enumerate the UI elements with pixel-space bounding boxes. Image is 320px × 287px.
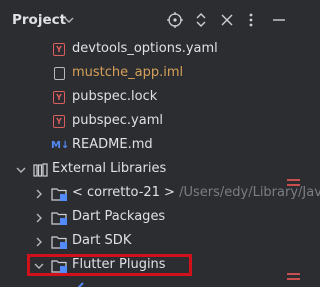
list-item[interactable]: M↓ README.md <box>0 134 310 158</box>
list-item[interactable]: mustche_app.iml <box>0 62 310 86</box>
file-name: devtools_options.yaml <box>72 41 218 56</box>
error-stripe-marker[interactable] <box>287 179 300 181</box>
tree-node-label: < corretto-21 > <box>72 185 175 200</box>
close-icon[interactable] <box>219 12 235 28</box>
tree-node-dart-sdk[interactable]: Dart SDK <box>0 230 310 254</box>
chevron-down-icon[interactable] <box>16 165 26 175</box>
yaml-file-icon: Y <box>53 91 65 104</box>
file-name: README.md <box>72 137 153 152</box>
chevron-right-icon[interactable] <box>34 237 44 247</box>
flutter-icon <box>77 282 84 287</box>
file-name: pubspec.lock <box>72 89 158 104</box>
library-folder-icon <box>51 236 67 249</box>
list-item[interactable]: Y pubspec.lock <box>0 86 310 110</box>
list-item[interactable]: Y pubspec.yaml <box>0 110 310 134</box>
chevron-right-icon[interactable] <box>34 213 44 223</box>
error-stripe-marker[interactable] <box>287 273 300 275</box>
list-item[interactable]: Y devtools_options.yaml <box>0 38 310 62</box>
library-icon <box>33 163 48 177</box>
library-folder-icon <box>51 188 67 201</box>
markdown-file-icon: M↓ <box>51 140 70 151</box>
tree-node-label: External Libraries <box>52 161 167 176</box>
project-panel-header: Project <box>0 0 310 40</box>
tree-node-label: Dart SDK <box>72 233 132 248</box>
tree-node-label: Dart Packages <box>72 209 166 224</box>
chevron-right-icon[interactable] <box>34 189 44 199</box>
list-item[interactable] <box>0 278 310 287</box>
annotation-highlight-box <box>27 254 192 276</box>
error-stripe-marker[interactable] <box>287 184 300 186</box>
crosshair-icon[interactable] <box>167 12 183 28</box>
expand-collapse-icon[interactable] <box>193 12 209 28</box>
iml-file-icon <box>54 67 65 80</box>
yaml-file-icon: Y <box>53 115 65 128</box>
file-name: pubspec.yaml <box>72 113 163 128</box>
sdk-path: /Users/edy/Library/Java <box>174 185 320 200</box>
panel-title[interactable]: Project <box>12 12 66 28</box>
tree-node-external-libraries[interactable]: External Libraries <box>0 158 310 182</box>
file-name: mustche_app.iml <box>72 65 184 80</box>
yaml-file-icon: Y <box>53 43 65 56</box>
tree-node-corretto[interactable]: < corretto-21 > /Users/edy/Library/Java <box>0 182 320 206</box>
error-stripe-marker[interactable] <box>287 278 300 280</box>
more-options-icon[interactable] <box>243 12 259 28</box>
minimize-icon[interactable] <box>271 12 287 28</box>
tree-node-dart-packages[interactable]: Dart Packages <box>0 206 310 230</box>
scrollbar[interactable] <box>300 40 310 287</box>
library-folder-icon <box>51 212 67 225</box>
chevron-down-icon[interactable] <box>64 16 74 24</box>
